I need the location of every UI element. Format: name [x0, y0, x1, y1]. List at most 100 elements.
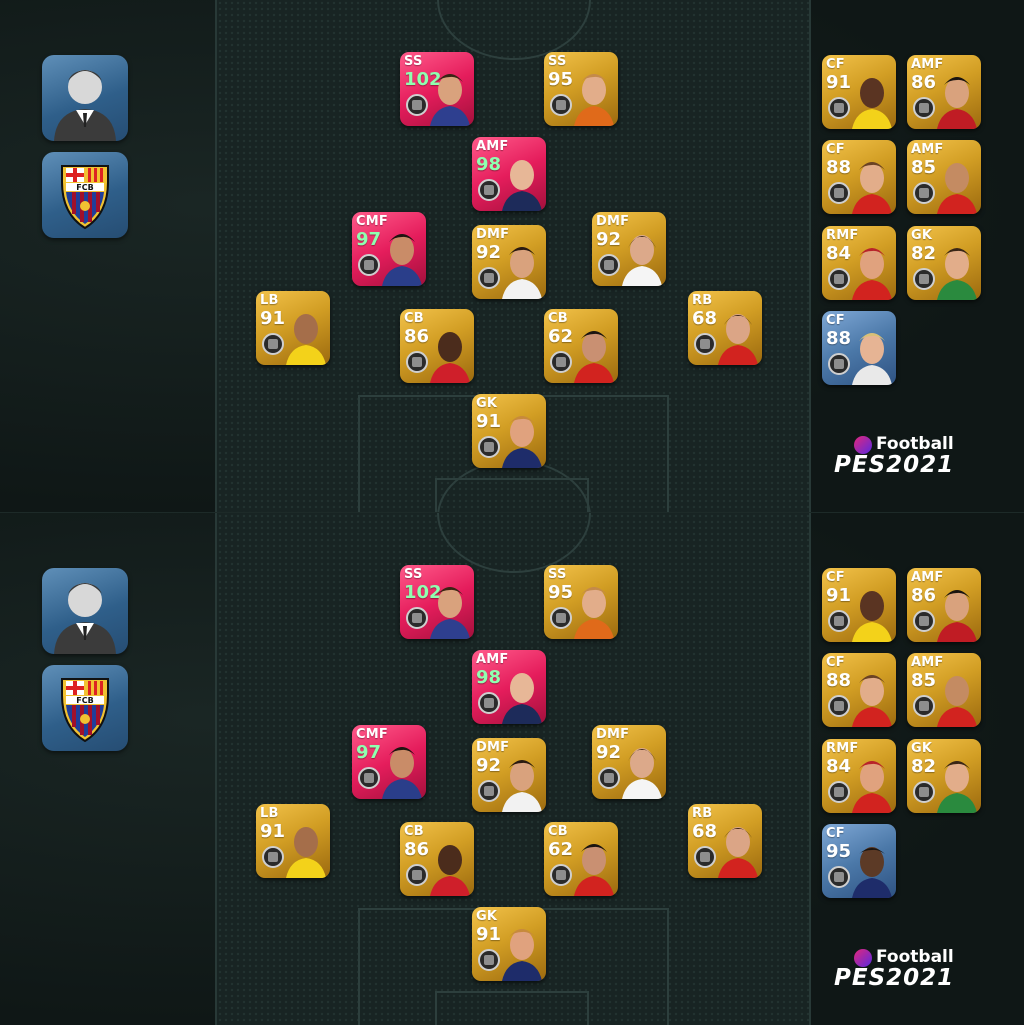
player-portrait-icon [718, 827, 758, 878]
sub-card-rmf[interactable]: RMF 84 [822, 226, 896, 300]
card-type-badge-icon [913, 610, 935, 632]
player-card-lb[interactable]: LB 91 [256, 291, 330, 365]
position-label: RB [692, 806, 713, 821]
card-type-badge-icon [913, 781, 935, 803]
player-portrait-icon [852, 675, 892, 727]
player-card-dmf[interactable]: DMF 92 [472, 738, 546, 812]
player-portrait-icon [852, 761, 892, 813]
svg-text:FCB: FCB [76, 696, 93, 705]
sub-card-gk[interactable]: GK 82 [907, 739, 981, 813]
efootball-pes2021-logo: Football PES2021 [832, 947, 972, 993]
player-card-gk[interactable]: GK 91 [472, 394, 546, 468]
player-portrait-icon [430, 845, 470, 896]
sub-card-rmf[interactable]: RMF 84 [822, 739, 896, 813]
player-card-dmf[interactable]: DMF 92 [592, 212, 666, 286]
position-label: CF [826, 313, 845, 328]
player-card-ss[interactable]: SS 102 [400, 52, 474, 126]
player-card-dmf[interactable]: DMF 92 [592, 725, 666, 799]
card-type-badge-icon [828, 610, 850, 632]
card-type-badge-icon [828, 695, 850, 717]
position-label: LB [260, 806, 279, 821]
player-portrait-icon [937, 163, 977, 214]
player-portrait-icon [574, 331, 614, 383]
player-card-cb[interactable]: CB 62 [544, 822, 618, 896]
card-type-badge-icon [913, 97, 935, 119]
player-portrait-icon [852, 248, 892, 300]
player-portrait-icon [852, 78, 892, 129]
card-type-badge-icon [358, 254, 380, 276]
card-type-badge-icon [694, 846, 716, 868]
sub-card-amf[interactable]: AMF 86 [907, 55, 981, 129]
player-portrait-icon [937, 761, 977, 813]
sub-card-cf[interactable]: CF 88 [822, 653, 896, 727]
card-type-badge-icon [913, 268, 935, 290]
pes-text: PES2021 [834, 965, 955, 991]
manager-avatar-icon[interactable] [42, 55, 128, 141]
player-card-amf[interactable]: AMF 98 [472, 137, 546, 211]
card-type-badge-icon [406, 607, 428, 629]
position-label: AMF [476, 139, 509, 154]
player-card-gk[interactable]: GK 91 [472, 907, 546, 981]
sub-card-amf[interactable]: AMF 86 [907, 568, 981, 642]
player-portrait-icon [852, 847, 892, 898]
player-card-cb[interactable]: CB 86 [400, 309, 474, 383]
player-portrait-icon [937, 248, 977, 300]
player-portrait-icon [852, 162, 892, 214]
player-portrait-icon [430, 332, 470, 383]
card-type-badge-icon [478, 267, 500, 289]
sub-card-amf[interactable]: AMF 85 [907, 653, 981, 727]
position-label: DMF [476, 740, 510, 755]
sub-card-gk[interactable]: GK 82 [907, 226, 981, 300]
card-type-badge-icon [478, 780, 500, 802]
player-portrait-icon [430, 74, 470, 126]
card-type-badge-icon [913, 695, 935, 717]
player-portrait-icon [718, 314, 758, 365]
player-card-ss[interactable]: SS 95 [544, 565, 618, 639]
player-card-ss[interactable]: SS 102 [400, 565, 474, 639]
player-card-cb[interactable]: CB 62 [544, 309, 618, 383]
player-portrait-icon [574, 844, 614, 896]
sub-card-cf[interactable]: CF 88 [822, 311, 896, 385]
player-card-dmf[interactable]: DMF 92 [472, 225, 546, 299]
player-portrait-icon [937, 77, 977, 129]
player-card-cb[interactable]: CB 86 [400, 822, 474, 896]
sub-card-cf[interactable]: CF 91 [822, 55, 896, 129]
sub-card-amf[interactable]: AMF 85 [907, 140, 981, 214]
card-type-badge-icon [598, 254, 620, 276]
position-label: SS [548, 567, 567, 582]
player-portrait-icon [937, 676, 977, 727]
position-label: CF [826, 142, 845, 157]
position-label: AMF [911, 57, 944, 72]
player-card-cmf[interactable]: CMF 97 [352, 212, 426, 286]
player-card-cmf[interactable]: CMF 97 [352, 725, 426, 799]
card-type-badge-icon [828, 866, 850, 888]
player-portrait-icon [502, 929, 542, 981]
fc-barcelona-crest-icon[interactable]: FCB [42, 152, 128, 238]
sub-card-cf[interactable]: CF 91 [822, 568, 896, 642]
card-type-badge-icon [406, 94, 428, 116]
player-card-amf[interactable]: AMF 98 [472, 650, 546, 724]
fc-barcelona-crest-icon[interactable]: FCB [42, 665, 128, 751]
player-card-rb[interactable]: RB 68 [688, 291, 762, 365]
card-type-badge-icon [550, 94, 572, 116]
position-label: CB [404, 824, 424, 839]
player-card-rb[interactable]: RB 68 [688, 804, 762, 878]
player-card-lb[interactable]: LB 91 [256, 804, 330, 878]
position-label: AMF [911, 142, 944, 157]
player-card-ss[interactable]: SS 95 [544, 52, 618, 126]
card-type-badge-icon [358, 767, 380, 789]
position-label: CF [826, 655, 845, 670]
player-portrait-icon [574, 587, 614, 639]
card-type-badge-icon [406, 864, 428, 886]
position-label: CB [548, 824, 568, 839]
efootball-text: Football [876, 947, 954, 967]
card-type-badge-icon [550, 864, 572, 886]
player-portrait-icon [430, 587, 470, 639]
player-portrait-icon [937, 590, 977, 642]
svg-text:FCB: FCB [76, 183, 93, 192]
efootball-text: Football [876, 434, 954, 454]
position-label: CMF [356, 214, 388, 229]
sub-card-cf[interactable]: CF 95 [822, 824, 896, 898]
sub-card-cf[interactable]: CF 88 [822, 140, 896, 214]
manager-avatar-icon[interactable] [42, 568, 128, 654]
